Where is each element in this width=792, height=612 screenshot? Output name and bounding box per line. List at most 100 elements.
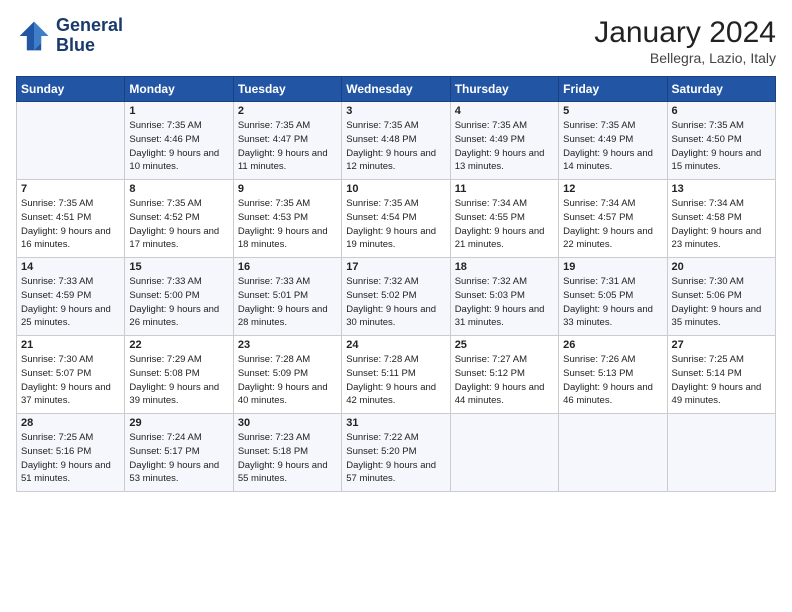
day-info: Sunrise: 7:34 AM Sunset: 4:55 PM Dayligh… — [455, 197, 554, 252]
daylight-text: Daylight: 9 hours and 33 minutes. — [563, 304, 653, 329]
cell-w4-d3: 31 Sunrise: 7:22 AM Sunset: 5:20 PM Dayl… — [342, 414, 450, 492]
day-number: 6 — [672, 105, 771, 117]
location: Bellegra, Lazio, Italy — [594, 50, 776, 66]
col-wednesday: Wednesday — [342, 77, 450, 102]
sunset-text: Sunset: 4:50 PM — [672, 134, 742, 145]
day-info: Sunrise: 7:35 AM Sunset: 4:49 PM Dayligh… — [563, 119, 662, 174]
logo-icon — [16, 18, 52, 54]
logo-text: General Blue — [56, 16, 123, 56]
sunset-text: Sunset: 4:58 PM — [672, 212, 742, 223]
day-info: Sunrise: 7:25 AM Sunset: 5:16 PM Dayligh… — [21, 431, 120, 486]
col-friday: Friday — [559, 77, 667, 102]
sunset-text: Sunset: 5:06 PM — [672, 290, 742, 301]
daylight-text: Daylight: 9 hours and 11 minutes. — [238, 148, 328, 173]
daylight-text: Daylight: 9 hours and 14 minutes. — [563, 148, 653, 173]
day-number: 18 — [455, 261, 554, 273]
sunrise-text: Sunrise: 7:35 AM — [238, 120, 310, 131]
sunset-text: Sunset: 5:17 PM — [129, 446, 199, 457]
sunset-text: Sunset: 4:52 PM — [129, 212, 199, 223]
cell-w1-d3: 10 Sunrise: 7:35 AM Sunset: 4:54 PM Dayl… — [342, 180, 450, 258]
day-number: 23 — [238, 339, 337, 351]
sunset-text: Sunset: 4:51 PM — [21, 212, 91, 223]
daylight-text: Daylight: 9 hours and 26 minutes. — [129, 304, 219, 329]
daylight-text: Daylight: 9 hours and 22 minutes. — [563, 226, 653, 251]
sunset-text: Sunset: 5:14 PM — [672, 368, 742, 379]
day-number: 24 — [346, 339, 445, 351]
cell-w0-d1: 1 Sunrise: 7:35 AM Sunset: 4:46 PM Dayli… — [125, 102, 233, 180]
sunset-text: Sunset: 4:59 PM — [21, 290, 91, 301]
cell-w1-d2: 9 Sunrise: 7:35 AM Sunset: 4:53 PM Dayli… — [233, 180, 341, 258]
cell-w0-d6: 6 Sunrise: 7:35 AM Sunset: 4:50 PM Dayli… — [667, 102, 775, 180]
cell-w2-d6: 20 Sunrise: 7:30 AM Sunset: 5:06 PM Dayl… — [667, 258, 775, 336]
sunrise-text: Sunrise: 7:25 AM — [672, 354, 744, 365]
sunrise-text: Sunrise: 7:35 AM — [672, 120, 744, 131]
daylight-text: Daylight: 9 hours and 37 minutes. — [21, 382, 111, 407]
header-row: Sunday Monday Tuesday Wednesday Thursday… — [17, 77, 776, 102]
cell-w3-d5: 26 Sunrise: 7:26 AM Sunset: 5:13 PM Dayl… — [559, 336, 667, 414]
day-number: 9 — [238, 183, 337, 195]
logo-line1: General — [56, 16, 123, 36]
cell-w0-d2: 2 Sunrise: 7:35 AM Sunset: 4:47 PM Dayli… — [233, 102, 341, 180]
cell-w3-d1: 22 Sunrise: 7:29 AM Sunset: 5:08 PM Dayl… — [125, 336, 233, 414]
daylight-text: Daylight: 9 hours and 46 minutes. — [563, 382, 653, 407]
daylight-text: Daylight: 9 hours and 35 minutes. — [672, 304, 762, 329]
sunset-text: Sunset: 4:53 PM — [238, 212, 308, 223]
sunrise-text: Sunrise: 7:22 AM — [346, 432, 418, 443]
cell-w4-d5 — [559, 414, 667, 492]
cell-w1-d0: 7 Sunrise: 7:35 AM Sunset: 4:51 PM Dayli… — [17, 180, 125, 258]
daylight-text: Daylight: 9 hours and 49 minutes. — [672, 382, 762, 407]
day-number: 17 — [346, 261, 445, 273]
daylight-text: Daylight: 9 hours and 21 minutes. — [455, 226, 545, 251]
day-number: 12 — [563, 183, 662, 195]
daylight-text: Daylight: 9 hours and 30 minutes. — [346, 304, 436, 329]
day-number: 7 — [21, 183, 120, 195]
sunrise-text: Sunrise: 7:33 AM — [21, 276, 93, 287]
sunrise-text: Sunrise: 7:28 AM — [238, 354, 310, 365]
daylight-text: Daylight: 9 hours and 16 minutes. — [21, 226, 111, 251]
daylight-text: Daylight: 9 hours and 18 minutes. — [238, 226, 328, 251]
day-info: Sunrise: 7:35 AM Sunset: 4:52 PM Dayligh… — [129, 197, 228, 252]
month-title: January 2024 — [594, 16, 776, 50]
day-info: Sunrise: 7:32 AM Sunset: 5:03 PM Dayligh… — [455, 275, 554, 330]
sunset-text: Sunset: 4:49 PM — [563, 134, 633, 145]
day-number: 30 — [238, 417, 337, 429]
sunrise-text: Sunrise: 7:35 AM — [21, 198, 93, 209]
week-row-3: 21 Sunrise: 7:30 AM Sunset: 5:07 PM Dayl… — [17, 336, 776, 414]
sunrise-text: Sunrise: 7:35 AM — [346, 120, 418, 131]
cell-w1-d6: 13 Sunrise: 7:34 AM Sunset: 4:58 PM Dayl… — [667, 180, 775, 258]
daylight-text: Daylight: 9 hours and 39 minutes. — [129, 382, 219, 407]
day-number: 21 — [21, 339, 120, 351]
sunrise-text: Sunrise: 7:34 AM — [563, 198, 635, 209]
day-number: 22 — [129, 339, 228, 351]
col-monday: Monday — [125, 77, 233, 102]
sunrise-text: Sunrise: 7:34 AM — [672, 198, 744, 209]
cell-w2-d2: 16 Sunrise: 7:33 AM Sunset: 5:01 PM Dayl… — [233, 258, 341, 336]
day-number: 25 — [455, 339, 554, 351]
daylight-text: Daylight: 9 hours and 31 minutes. — [455, 304, 545, 329]
daylight-text: Daylight: 9 hours and 15 minutes. — [672, 148, 762, 173]
sunrise-text: Sunrise: 7:26 AM — [563, 354, 635, 365]
sunrise-text: Sunrise: 7:32 AM — [455, 276, 527, 287]
day-info: Sunrise: 7:33 AM Sunset: 5:00 PM Dayligh… — [129, 275, 228, 330]
sunrise-text: Sunrise: 7:28 AM — [346, 354, 418, 365]
sunrise-text: Sunrise: 7:33 AM — [238, 276, 310, 287]
sunrise-text: Sunrise: 7:27 AM — [455, 354, 527, 365]
day-info: Sunrise: 7:30 AM Sunset: 5:06 PM Dayligh… — [672, 275, 771, 330]
sunrise-text: Sunrise: 7:35 AM — [129, 198, 201, 209]
cell-w2-d0: 14 Sunrise: 7:33 AM Sunset: 4:59 PM Dayl… — [17, 258, 125, 336]
cell-w3-d3: 24 Sunrise: 7:28 AM Sunset: 5:11 PM Dayl… — [342, 336, 450, 414]
sunset-text: Sunset: 5:02 PM — [346, 290, 416, 301]
day-info: Sunrise: 7:35 AM Sunset: 4:49 PM Dayligh… — [455, 119, 554, 174]
day-info: Sunrise: 7:33 AM Sunset: 4:59 PM Dayligh… — [21, 275, 120, 330]
day-info: Sunrise: 7:30 AM Sunset: 5:07 PM Dayligh… — [21, 353, 120, 408]
col-thursday: Thursday — [450, 77, 558, 102]
day-info: Sunrise: 7:27 AM Sunset: 5:12 PM Dayligh… — [455, 353, 554, 408]
day-info: Sunrise: 7:35 AM Sunset: 4:48 PM Dayligh… — [346, 119, 445, 174]
daylight-text: Daylight: 9 hours and 25 minutes. — [21, 304, 111, 329]
sunrise-text: Sunrise: 7:30 AM — [21, 354, 93, 365]
day-info: Sunrise: 7:29 AM Sunset: 5:08 PM Dayligh… — [129, 353, 228, 408]
cell-w4-d0: 28 Sunrise: 7:25 AM Sunset: 5:16 PM Dayl… — [17, 414, 125, 492]
day-info: Sunrise: 7:33 AM Sunset: 5:01 PM Dayligh… — [238, 275, 337, 330]
col-sunday: Sunday — [17, 77, 125, 102]
day-number: 31 — [346, 417, 445, 429]
